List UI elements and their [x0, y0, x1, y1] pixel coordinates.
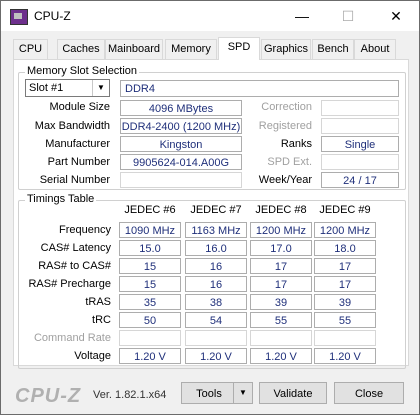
- timing-cell: 15.0: [119, 240, 181, 256]
- manufacturer-label: Manufacturer: [45, 138, 110, 150]
- timing-cell: 1163 MHz: [185, 222, 247, 238]
- timing-cell: 55: [250, 312, 312, 328]
- timing-cell: [119, 330, 181, 346]
- timings-col-header: JEDEC #7: [190, 204, 242, 216]
- registered-value: [321, 118, 399, 134]
- timing-cell: 17: [314, 258, 376, 274]
- timing-row-label: RAS# Precharge: [28, 278, 111, 290]
- tab-spd[interactable]: SPD: [218, 37, 260, 60]
- timing-cell: 35: [119, 294, 181, 310]
- version-label: Ver. 1.82.1.x64: [93, 389, 167, 401]
- memory-type-field: DDR4: [120, 80, 399, 97]
- close-button[interactable]: Close: [334, 382, 404, 404]
- timing-cell: 1.20 V: [185, 348, 247, 364]
- timing-cell: 1.20 V: [250, 348, 312, 364]
- part-number-label: Part Number: [47, 156, 110, 168]
- slot-select[interactable]: Slot #1 ▼: [25, 79, 110, 97]
- timing-cell: 16.0: [185, 240, 247, 256]
- tab-caches[interactable]: Caches: [57, 39, 105, 59]
- minimize-button[interactable]: —: [279, 1, 325, 31]
- timing-cell: 1200 MHz: [250, 222, 312, 238]
- manufacturer-value: Kingston: [120, 136, 242, 152]
- timings-col-header: JEDEC #8: [255, 204, 307, 216]
- timing-row-label: RAS# to CAS#: [38, 260, 111, 272]
- timing-cell: 1.20 V: [119, 348, 181, 364]
- week-year-value: 24 / 17: [321, 172, 399, 188]
- cpuz-app-icon: [10, 9, 28, 25]
- timing-cell: [250, 330, 312, 346]
- slot-select-value: Slot #1: [29, 82, 64, 94]
- timing-cell: 55: [314, 312, 376, 328]
- timing-row-label: Command Rate: [33, 332, 111, 344]
- tab-mainboard[interactable]: Mainboard: [105, 39, 163, 59]
- timing-cell: 15: [119, 276, 181, 292]
- module-size-value: 4096 MBytes: [120, 100, 242, 116]
- serial-number-value: [120, 172, 242, 188]
- correction-value: [321, 100, 399, 116]
- spd-ext-value: [321, 154, 399, 170]
- cpuz-window: CPU-Z — ☐ ✕ CPU Caches Mainboard Memory …: [0, 0, 420, 415]
- timing-cell: 17.0: [250, 240, 312, 256]
- tools-button-label: Tools: [196, 388, 222, 400]
- correction-label: Correction: [261, 101, 312, 113]
- maximize-button[interactable]: ☐: [325, 1, 371, 31]
- title-bar[interactable]: CPU-Z — ☐ ✕: [1, 1, 419, 31]
- timing-cell: 1090 MHz: [119, 222, 181, 238]
- timing-cell: 16: [185, 276, 247, 292]
- timing-cell: 16: [185, 258, 247, 274]
- timing-cell: 15: [119, 258, 181, 274]
- window-title: CPU-Z: [34, 9, 71, 23]
- timing-row-label: Frequency: [59, 224, 111, 236]
- timing-cell: 50: [119, 312, 181, 328]
- tab-about[interactable]: About: [354, 39, 396, 59]
- chevron-down-icon[interactable]: ▼: [233, 383, 252, 403]
- registered-label: Registered: [258, 120, 312, 132]
- timing-cell: 1200 MHz: [314, 222, 376, 238]
- module-size-label: Module Size: [49, 101, 110, 113]
- timing-cell: 38: [185, 294, 247, 310]
- tab-cpu[interactable]: CPU: [13, 39, 48, 59]
- validate-button[interactable]: Validate: [259, 382, 327, 404]
- tab-memory[interactable]: Memory: [165, 39, 217, 59]
- max-bandwidth-label: Max Bandwidth: [34, 120, 110, 132]
- timing-cell: [314, 330, 376, 346]
- spd-ext-label: SPD Ext.: [267, 156, 312, 168]
- timing-cell: 54: [185, 312, 247, 328]
- timing-cell: 1.20 V: [314, 348, 376, 364]
- part-number-value: 9905624-014.A00G: [120, 154, 242, 170]
- timing-cell: 17: [250, 258, 312, 274]
- timings-group-title: Timings Table: [25, 193, 97, 205]
- timing-row-label: CAS# Latency: [40, 242, 111, 254]
- tools-button[interactable]: Tools ▼: [181, 382, 253, 404]
- chevron-down-icon: ▼: [92, 80, 109, 96]
- timing-cell: 39: [314, 294, 376, 310]
- tab-bench[interactable]: Bench: [312, 39, 354, 59]
- close-window-button[interactable]: ✕: [373, 1, 419, 31]
- max-bandwidth-value: DDR4-2400 (1200 MHz): [120, 118, 242, 134]
- timing-cell: [185, 330, 247, 346]
- memory-slot-group-title: Memory Slot Selection: [25, 65, 140, 77]
- ranks-label: Ranks: [280, 138, 312, 150]
- timing-row-label: tRC: [92, 314, 111, 326]
- timing-cell: 18.0: [314, 240, 376, 256]
- week-year-label: Week/Year: [258, 174, 312, 186]
- timings-col-header: JEDEC #6: [124, 204, 176, 216]
- timing-cell: 17: [250, 276, 312, 292]
- serial-number-label: Serial Number: [39, 174, 110, 186]
- timing-cell: 39: [250, 294, 312, 310]
- timing-row-label: tRAS: [85, 296, 111, 308]
- timing-cell: 17: [314, 276, 376, 292]
- timing-row-label: Voltage: [74, 350, 111, 362]
- timings-col-header: JEDEC #9: [319, 204, 371, 216]
- tab-graphics[interactable]: Graphics: [261, 39, 311, 59]
- cpuz-logo: CPU-Z: [15, 385, 82, 407]
- ranks-value: Single: [321, 136, 399, 152]
